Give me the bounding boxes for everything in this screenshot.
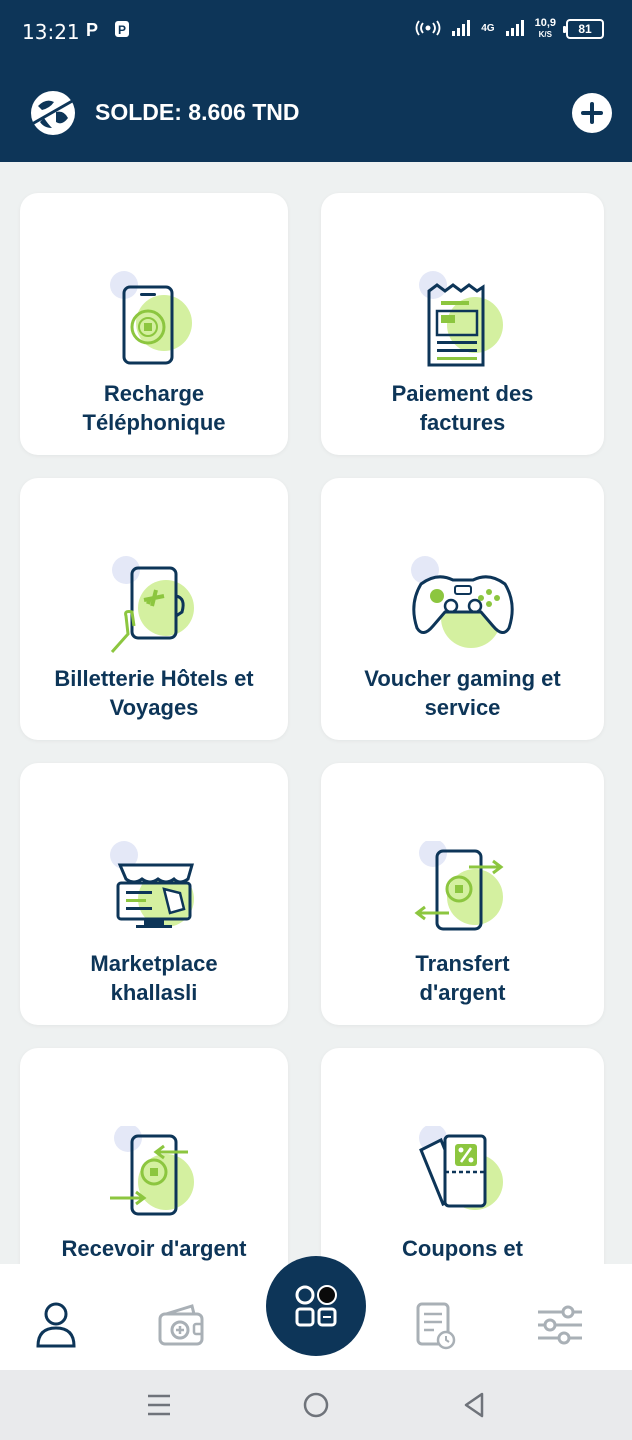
service-label: Recevoir d'argent xyxy=(61,1236,247,1261)
speed-value: 10,9 xyxy=(534,17,556,29)
service-card-receive[interactable]: Recevoir d'argent xyxy=(20,1048,288,1264)
bill-receipt-icon xyxy=(419,271,503,367)
wallet-add-icon[interactable] xyxy=(156,1300,208,1350)
apps-icon xyxy=(295,1285,337,1327)
service-card-coupons[interactable]: Coupons et xyxy=(321,1048,604,1264)
phone-plane-icon xyxy=(110,556,194,653)
service-card-recharge[interactable]: Recharge Téléphonique xyxy=(20,193,288,455)
service-card-gaming[interactable]: Voucher gaming et service xyxy=(321,478,604,740)
money-transfer-icon xyxy=(414,841,504,931)
battery-level: 81 xyxy=(578,22,592,36)
apps-button[interactable] xyxy=(266,1256,366,1356)
service-label: Transfert d'argent xyxy=(415,951,510,1005)
phone-recharge-icon xyxy=(110,271,192,365)
service-label: Voucher gaming et service xyxy=(364,666,561,720)
app-header: SOLDE: 8.606 TND xyxy=(0,64,632,162)
p-notification-icon: P xyxy=(86,20,99,40)
status-bar: 13:21 P P 4G 10,9 K/S 81 xyxy=(0,0,632,64)
profile-icon[interactable] xyxy=(30,1300,82,1350)
signal-icon-2 xyxy=(505,19,525,39)
parking-app-icon: P xyxy=(112,20,132,43)
status-time: 13:21 xyxy=(22,20,80,44)
gamepad-icon xyxy=(411,556,514,648)
balance-label: SOLDE: 8.606 TND xyxy=(95,99,300,125)
storefront-icon xyxy=(110,841,194,928)
service-card-bills[interactable]: Paiement des factures xyxy=(321,193,604,455)
plus-circle-icon[interactable] xyxy=(570,91,614,135)
service-card-transfer[interactable]: Transfert d'argent xyxy=(321,763,604,1025)
battery-icon: 81 xyxy=(563,19,604,39)
receive-money-icon xyxy=(110,1126,194,1216)
speed-unit: K/S xyxy=(538,30,552,39)
service-label: Coupons et xyxy=(402,1236,523,1261)
service-label: Paiement des factures xyxy=(391,381,534,435)
back-icon[interactable] xyxy=(458,1388,492,1422)
hotspot-icon xyxy=(415,19,441,39)
system-nav-bar xyxy=(0,1370,632,1440)
service-label: Recharge Téléphonique xyxy=(82,381,226,435)
service-card-marketplace[interactable]: Marketplace khallasli xyxy=(20,763,288,1025)
home-icon[interactable] xyxy=(299,1388,333,1422)
service-card-ticketing[interactable]: Billetterie Hôtels et Voyages xyxy=(20,478,288,740)
settings-sliders-icon[interactable] xyxy=(534,1300,586,1350)
services-grid: Recharge Téléphonique Paiement des factu… xyxy=(0,162,632,1264)
svg-text:P: P xyxy=(118,23,126,37)
recent-apps-icon[interactable] xyxy=(142,1388,176,1422)
network-type: 4G xyxy=(481,24,494,34)
service-label: Billetterie Hôtels et Voyages xyxy=(54,666,254,720)
globe-logo-icon[interactable] xyxy=(28,88,78,138)
network-label: 4G xyxy=(481,23,495,34)
coupon-icon xyxy=(419,1126,503,1210)
signal-icon xyxy=(451,19,471,39)
service-label: Marketplace khallasli xyxy=(90,951,218,1005)
history-icon[interactable] xyxy=(410,1300,462,1350)
network-speed: 10,9 K/S xyxy=(535,18,556,40)
